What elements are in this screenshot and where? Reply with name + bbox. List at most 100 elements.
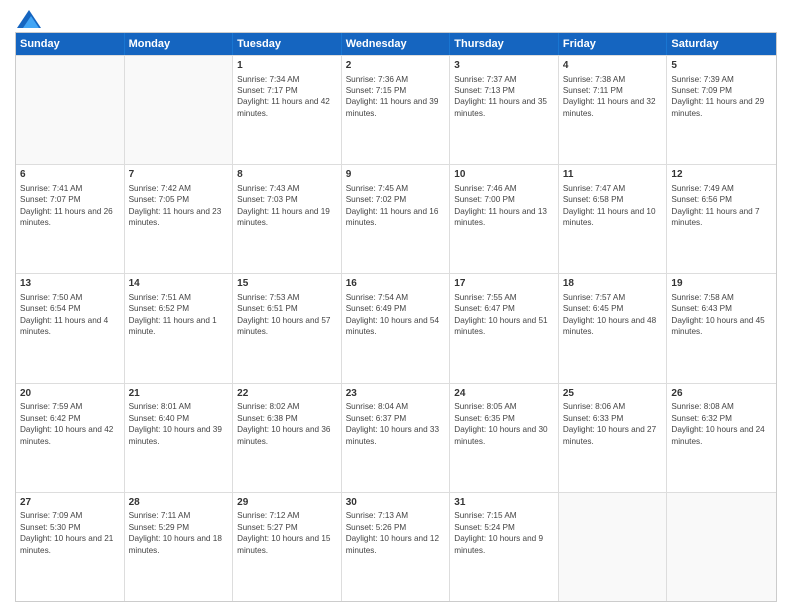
calendar-cell: 26Sunrise: 8:08 AMSunset: 6:32 PMDayligh…: [667, 384, 776, 492]
day-number: 18: [563, 277, 663, 291]
sunrise-text: Sunrise: 7:38 AMSunset: 7:11 PMDaylight:…: [563, 75, 656, 118]
header-day-thursday: Thursday: [450, 33, 559, 55]
sunrise-text: Sunrise: 8:02 AMSunset: 6:38 PMDaylight:…: [237, 402, 330, 445]
calendar-cell: [125, 56, 234, 164]
sunrise-text: Sunrise: 7:53 AMSunset: 6:51 PMDaylight:…: [237, 293, 330, 336]
calendar-cell: 7Sunrise: 7:42 AMSunset: 7:05 PMDaylight…: [125, 165, 234, 273]
sunrise-text: Sunrise: 7:45 AMSunset: 7:02 PMDaylight:…: [346, 184, 439, 227]
header: [15, 10, 777, 24]
calendar-cell: 11 Sunrise: 7:47 AMSunset: 6:58 PMDayligh…: [559, 165, 668, 273]
day-number: 19: [671, 277, 772, 291]
calendar-cell: 13 Sunrise: 7:50 AMSunset: 6:54 PMDayligh…: [16, 274, 125, 382]
header-day-sunday: Sunday: [16, 33, 125, 55]
calendar-cell: [667, 493, 776, 601]
sunrise-text: Sunrise: 8:05 AMSunset: 6:35 PMDaylight:…: [454, 402, 547, 445]
calendar-cell: 23Sunrise: 8:04 AMSunset: 6:37 PMDayligh…: [342, 384, 451, 492]
logo: [15, 10, 41, 24]
header-day-wednesday: Wednesday: [342, 33, 451, 55]
calendar-cell: 1 Sunrise: 7:34 AMSunset: 7:17 PMDaylight…: [233, 56, 342, 164]
sunrise-text: Sunrise: 7:37 AMSunset: 7:13 PMDaylight:…: [454, 75, 547, 118]
calendar-cell: 10 Sunrise: 7:46 AMSunset: 7:00 PMDayligh…: [450, 165, 559, 273]
calendar-cell: 29Sunrise: 7:12 AMSunset: 5:27 PMDayligh…: [233, 493, 342, 601]
day-number: 6: [20, 168, 120, 182]
calendar: SundayMondayTuesdayWednesdayThursdayFrid…: [15, 32, 777, 602]
day-number: 27: [20, 496, 120, 510]
day-number: 9: [346, 168, 446, 182]
day-number: 24: [454, 387, 554, 401]
calendar-cell: 15 Sunrise: 7:53 AMSunset: 6:51 PMDayligh…: [233, 274, 342, 382]
header-day-saturday: Saturday: [667, 33, 776, 55]
day-number: 8: [237, 168, 337, 182]
calendar-cell: 21Sunrise: 8:01 AMSunset: 6:40 PMDayligh…: [125, 384, 234, 492]
day-number: 30: [346, 496, 446, 510]
calendar-row-0: 1 Sunrise: 7:34 AMSunset: 7:17 PMDaylight…: [16, 55, 776, 164]
calendar-cell: 5Sunrise: 7:39 AMSunset: 7:09 PMDaylight…: [667, 56, 776, 164]
day-number: 25: [563, 387, 663, 401]
header-day-monday: Monday: [125, 33, 234, 55]
day-number: 31: [454, 496, 554, 510]
sunrise-text: Sunrise: 7:13 AMSunset: 5:26 PMDaylight:…: [346, 511, 439, 554]
calendar-row-2: 13 Sunrise: 7:50 AMSunset: 6:54 PMDayligh…: [16, 273, 776, 382]
day-number: 1: [237, 59, 337, 73]
calendar-cell: 17 Sunrise: 7:55 AMSunset: 6:47 PMDayligh…: [450, 274, 559, 382]
calendar-cell: 12 Sunrise: 7:49 AMSunset: 6:56 PMDayligh…: [667, 165, 776, 273]
calendar-cell: 2Sunrise: 7:36 AMSunset: 7:15 PMDaylight…: [342, 56, 451, 164]
sunrise-text: Sunrise: 8:04 AMSunset: 6:37 PMDaylight:…: [346, 402, 439, 445]
sunrise-text: Sunrise: 7:58 AMSunset: 6:43 PMDaylight:…: [671, 293, 764, 336]
sunrise-text: Sunrise: 7:11 AMSunset: 5:29 PMDaylight:…: [129, 511, 222, 554]
calendar-cell: 3 Sunrise: 7:37 AMSunset: 7:13 PMDaylight…: [450, 56, 559, 164]
logo-icon: [17, 10, 41, 28]
page: SundayMondayTuesdayWednesdayThursdayFrid…: [0, 0, 792, 612]
header-day-tuesday: Tuesday: [233, 33, 342, 55]
day-number: 3: [454, 59, 554, 73]
sunrise-text: Sunrise: 7:50 AMSunset: 6:54 PMDaylight:…: [20, 293, 108, 336]
day-number: 23: [346, 387, 446, 401]
header-day-friday: Friday: [559, 33, 668, 55]
day-number: 17: [454, 277, 554, 291]
sunrise-text: Sunrise: 7:43 AMSunset: 7:03 PMDaylight:…: [237, 184, 330, 227]
calendar-cell: 18 Sunrise: 7:57 AMSunset: 6:45 PMDayligh…: [559, 274, 668, 382]
calendar-cell: [559, 493, 668, 601]
calendar-cell: 27Sunrise: 7:09 AMSunset: 5:30 PMDayligh…: [16, 493, 125, 601]
day-number: 15: [237, 277, 337, 291]
sunrise-text: Sunrise: 7:34 AMSunset: 7:17 PMDaylight:…: [237, 75, 330, 118]
sunrise-text: Sunrise: 7:47 AMSunset: 6:58 PMDaylight:…: [563, 184, 656, 227]
sunrise-text: Sunrise: 7:41 AMSunset: 7:07 PMDaylight:…: [20, 184, 113, 227]
calendar-header-row: SundayMondayTuesdayWednesdayThursdayFrid…: [16, 33, 776, 55]
calendar-cell: 20Sunrise: 7:59 AMSunset: 6:42 PMDayligh…: [16, 384, 125, 492]
day-number: 11: [563, 168, 663, 182]
calendar-cell: 25Sunrise: 8:06 AMSunset: 6:33 PMDayligh…: [559, 384, 668, 492]
day-number: 21: [129, 387, 229, 401]
day-number: 12: [671, 168, 772, 182]
sunrise-text: Sunrise: 7:55 AMSunset: 6:47 PMDaylight:…: [454, 293, 547, 336]
calendar-cell: 4Sunrise: 7:38 AMSunset: 7:11 PMDaylight…: [559, 56, 668, 164]
day-number: 13: [20, 277, 120, 291]
day-number: 22: [237, 387, 337, 401]
sunrise-text: Sunrise: 8:08 AMSunset: 6:32 PMDaylight:…: [671, 402, 764, 445]
day-number: 10: [454, 168, 554, 182]
sunrise-text: Sunrise: 8:01 AMSunset: 6:40 PMDaylight:…: [129, 402, 222, 445]
calendar-cell: 22Sunrise: 8:02 AMSunset: 6:38 PMDayligh…: [233, 384, 342, 492]
sunrise-text: Sunrise: 8:06 AMSunset: 6:33 PMDaylight:…: [563, 402, 656, 445]
day-number: 5: [671, 59, 772, 73]
calendar-cell: 31Sunrise: 7:15 AMSunset: 5:24 PMDayligh…: [450, 493, 559, 601]
sunrise-text: Sunrise: 7:57 AMSunset: 6:45 PMDaylight:…: [563, 293, 656, 336]
calendar-cell: 14 Sunrise: 7:51 AMSunset: 6:52 PMDayligh…: [125, 274, 234, 382]
sunrise-text: Sunrise: 7:15 AMSunset: 5:24 PMDaylight:…: [454, 511, 543, 554]
calendar-row-4: 27Sunrise: 7:09 AMSunset: 5:30 PMDayligh…: [16, 492, 776, 601]
sunrise-text: Sunrise: 7:51 AMSunset: 6:52 PMDaylight:…: [129, 293, 217, 336]
day-number: 28: [129, 496, 229, 510]
calendar-cell: 30Sunrise: 7:13 AMSunset: 5:26 PMDayligh…: [342, 493, 451, 601]
sunrise-text: Sunrise: 7:49 AMSunset: 6:56 PMDaylight:…: [671, 184, 759, 227]
calendar-row-1: 6 Sunrise: 7:41 AMSunset: 7:07 PMDaylight…: [16, 164, 776, 273]
calendar-cell: 6 Sunrise: 7:41 AMSunset: 7:07 PMDaylight…: [16, 165, 125, 273]
calendar-cell: 16Sunrise: 7:54 AMSunset: 6:49 PMDayligh…: [342, 274, 451, 382]
calendar-body: 1 Sunrise: 7:34 AMSunset: 7:17 PMDaylight…: [16, 55, 776, 601]
day-number: 14: [129, 277, 229, 291]
sunrise-text: Sunrise: 7:59 AMSunset: 6:42 PMDaylight:…: [20, 402, 113, 445]
sunrise-text: Sunrise: 7:46 AMSunset: 7:00 PMDaylight:…: [454, 184, 547, 227]
day-number: 7: [129, 168, 229, 182]
calendar-cell: 24Sunrise: 8:05 AMSunset: 6:35 PMDayligh…: [450, 384, 559, 492]
calendar-cell: 19 Sunrise: 7:58 AMSunset: 6:43 PMDayligh…: [667, 274, 776, 382]
day-number: 16: [346, 277, 446, 291]
